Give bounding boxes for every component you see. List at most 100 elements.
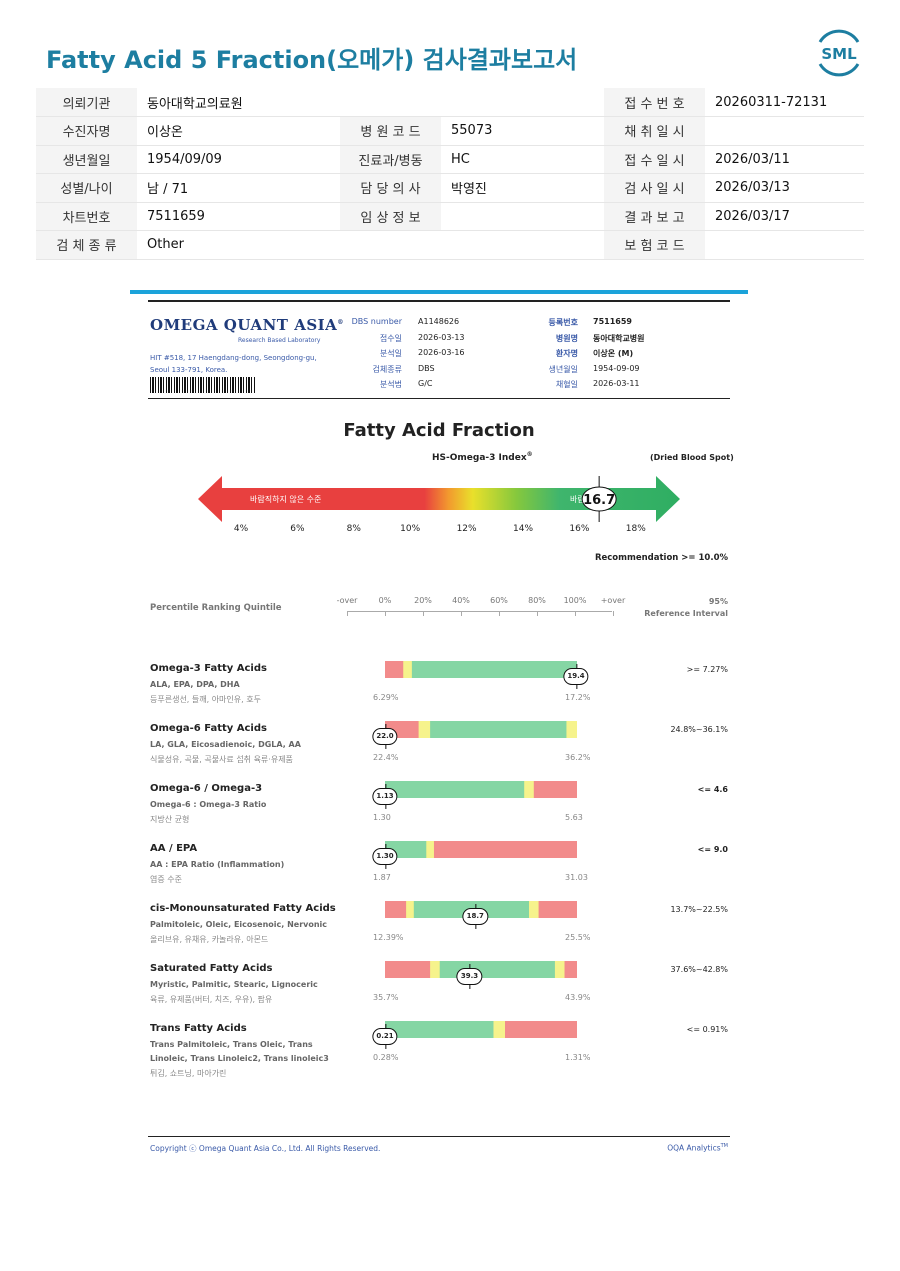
row-min: 12.39% xyxy=(373,933,404,942)
analytics-mark: TM xyxy=(720,1143,728,1149)
bar-segment-green xyxy=(385,1021,494,1038)
meta-left-key: 분석법 xyxy=(379,380,402,389)
omega-quant-report: OMEGA QUANT ASIA® Research Based Laborat… xyxy=(148,300,734,1160)
row-name: Trans Fatty Acids xyxy=(150,1023,247,1034)
meta-left-key: 접수일 xyxy=(379,333,402,343)
bar-segment-yellow xyxy=(426,841,435,858)
analytics-label: OQA AnalyticsTM xyxy=(667,1143,728,1153)
row-name: Omega-6 Fatty Acids xyxy=(150,723,267,734)
row-name: Omega-3 Fatty Acids xyxy=(150,663,267,674)
patient-info-table: 의뢰기관 동아대학교의료원 접 수 번 호 20260311-72131 수진자명 이상온… xyxy=(36,88,864,260)
info-label: 임 상 정 보 xyxy=(340,202,441,231)
row-korean: 등푸른생선, 들깨, 아마인유, 호두 xyxy=(150,695,261,704)
percentile-bar xyxy=(385,661,577,678)
meta-left-key: 검체종류 xyxy=(372,364,402,374)
bar-segment-yellow xyxy=(406,901,415,918)
info-value: 55073 xyxy=(441,116,604,146)
index-tick: 4% xyxy=(233,524,249,534)
bar-segment-red xyxy=(433,841,577,858)
scale-label: 60% xyxy=(490,596,508,605)
percentile-bar xyxy=(385,781,577,798)
info-value xyxy=(441,230,604,260)
ref-header-1: 95% xyxy=(708,597,728,606)
info-label: 채 취 일 시 xyxy=(604,116,705,146)
page-title: Fatty Acid 5 Fraction(오메가) 검사결과보고서 xyxy=(46,46,578,74)
bar-segment-yellow xyxy=(554,961,566,978)
scale-label: 20% xyxy=(414,596,432,605)
info-value: 2026/03/11 xyxy=(705,145,864,174)
scale-label: 100% xyxy=(563,596,587,605)
ref-header-2: Reference Interval xyxy=(644,609,728,618)
reference-interval: <= 4.6 xyxy=(697,785,728,794)
index-mark: ® xyxy=(526,451,533,458)
reference-interval: >= 7.27% xyxy=(686,665,728,674)
info-label: 수진자명 xyxy=(36,116,137,146)
info-row: 수진자명 이상온 병 원 코 드 55073 채 취 일 시 xyxy=(36,116,864,146)
bar-segment-yellow xyxy=(566,721,577,738)
row-subtitle: ALA, EPA, DPA, DHA xyxy=(150,680,240,689)
info-label: 접 수 일 시 xyxy=(604,145,705,174)
info-value: 박영진 xyxy=(441,173,604,203)
row-min: 1.30 xyxy=(373,813,391,822)
row-max: 43.9% xyxy=(565,993,591,1002)
row-korean: 지방산 균형 xyxy=(150,815,190,824)
value-marker: 22.0 xyxy=(372,724,398,749)
percentile-bar xyxy=(385,841,577,858)
info-label: 차트번호 xyxy=(36,202,137,231)
arrow-left-label: 바람직하지 않은 수준 xyxy=(250,494,321,504)
bar-segment-red xyxy=(385,901,407,918)
report-header-rule xyxy=(148,398,730,399)
row-subtitle: Linoleic, Trans Linoleic2, Trans linolei… xyxy=(150,1054,329,1063)
info-value: HC xyxy=(441,145,604,174)
info-label: 담 당 의 사 xyxy=(340,173,441,203)
info-label xyxy=(340,230,441,260)
fatty-acid-row: Omega-6 / Omega-3 Omega-6 : Omega-3 Ratio… xyxy=(148,781,730,843)
info-value: 2026/03/17 xyxy=(705,202,864,231)
info-row: 차트번호 7511659 임 상 정 보 결 과 보 고 2026/03/17 xyxy=(36,202,864,231)
fatty-acid-row: Saturated Fatty Acids Myristic, Palmitic,… xyxy=(148,961,730,1023)
reference-interval: 24.8%~36.1% xyxy=(670,725,728,734)
fatty-acid-row: Omega-6 Fatty Acids LA, GLA, Eicosadienoi… xyxy=(148,721,730,783)
info-row: 생년월일 1954/09/09 진료과/병동 HC 접 수 일 시 2026/03/11 xyxy=(36,145,864,174)
row-name: Omega-6 / Omega-3 xyxy=(150,783,263,794)
logo-text: SML xyxy=(821,45,857,63)
row-max: 5.63 xyxy=(565,813,583,822)
info-value xyxy=(441,202,604,231)
bar-segment-red xyxy=(505,1021,577,1038)
meta-right-key: 생년월일 xyxy=(548,364,578,374)
row-min: 1.87 xyxy=(373,873,391,882)
row-korean: 튀김, 쇼트닝, 마아가린 xyxy=(150,1069,227,1078)
reference-interval: <= 0.91% xyxy=(686,1025,728,1034)
section-title: Fatty Acid Fraction xyxy=(343,420,535,441)
percentile-bar-svg xyxy=(385,1021,577,1038)
copyright: Copyright ⓒ Omega Quant Asia Co., Ltd. A… xyxy=(150,1144,381,1153)
reference-interval: 13.7%~22.5% xyxy=(670,905,728,914)
bar-segment-yellow xyxy=(403,661,413,678)
info-label: 병 원 코 드 xyxy=(340,116,441,146)
index-title: HS-Omega-3 Index® xyxy=(432,451,533,463)
info-value: 20260311-72131 xyxy=(705,88,864,117)
scale-label: -over xyxy=(336,596,358,605)
row-name: Saturated Fatty Acids xyxy=(150,963,273,974)
meta-left-value: DBS xyxy=(418,363,435,373)
value-marker: 18.7 xyxy=(462,904,488,929)
index-tick: 10% xyxy=(400,524,421,534)
info-value xyxy=(705,116,864,146)
meta-left-value: G/C xyxy=(418,379,433,388)
recommendation: Recommendation >= 10.0% xyxy=(594,553,728,563)
info-value xyxy=(705,230,864,260)
meta-right-key: 채혈일 xyxy=(555,380,578,389)
row-subtitle: Omega-6 : Omega-3 Ratio xyxy=(150,800,267,809)
info-value: 7511659 xyxy=(137,202,340,231)
index-value: 16.7 xyxy=(583,493,615,508)
meta-right-key: 등록번호 xyxy=(548,318,578,327)
row-max: 17.2% xyxy=(565,693,591,702)
fatty-acid-row: Trans Fatty Acids Trans Palmitoleic, Tran… xyxy=(148,1021,730,1083)
meta-right-value: 7511659 xyxy=(593,317,632,326)
bar-segment-red xyxy=(533,781,577,798)
info-label: 접 수 번 호 xyxy=(604,88,705,117)
percentile-bar-svg xyxy=(385,661,577,678)
bar-segment-green xyxy=(411,661,577,678)
row-max: 31.03 xyxy=(565,873,588,882)
info-label: 의뢰기관 xyxy=(36,88,137,117)
